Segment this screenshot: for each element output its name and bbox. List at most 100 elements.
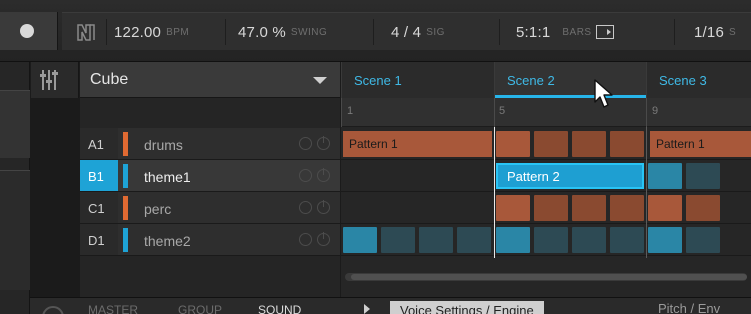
bar-number: 5: [499, 105, 506, 117]
page-pitch-env[interactable]: Pitch / Env: [658, 301, 720, 314]
step-cell[interactable]: [419, 227, 453, 253]
step-cell[interactable]: [648, 227, 682, 253]
sound-list: A1 drums B1 theme1 C1 perc D1 theme2: [80, 98, 340, 310]
step-cell[interactable]: [343, 227, 377, 253]
scene-boundary-line: [646, 127, 647, 258]
scene-boundary-line: [494, 127, 495, 258]
tab-group[interactable]: GROUP: [178, 303, 222, 314]
step-cell[interactable]: [534, 195, 568, 221]
position-display[interactable]: 5:1:1 BARS: [516, 13, 614, 51]
sound-row-a1[interactable]: A1 drums: [80, 128, 340, 160]
pattern-clip[interactable]: Pattern 1: [343, 131, 492, 157]
step-cell[interactable]: [686, 163, 720, 189]
scene-3[interactable]: Scene 3: [646, 62, 751, 98]
step-cell[interactable]: [572, 227, 606, 253]
scene-bar: Scene 1 Scene 2 Scene 3: [341, 62, 751, 98]
tab-sound[interactable]: SOUND: [258, 303, 301, 314]
page-arrow-icon[interactable]: [364, 304, 370, 314]
scene-1[interactable]: Scene 1: [341, 62, 494, 98]
track-row-theme2: [341, 224, 751, 256]
bottom-bar: MASTER GROUP SOUND Voice Settings / Engi…: [30, 297, 751, 314]
page-voice-settings[interactable]: Voice Settings / Engine: [390, 301, 544, 314]
power-icon[interactable]: [317, 232, 330, 246]
bars-label: BARS: [562, 26, 592, 38]
grid-unit: S: [729, 26, 737, 38]
group-header[interactable]: Cube: [80, 62, 340, 98]
bar-mark: [494, 98, 495, 127]
sound-slot: D1: [80, 224, 118, 255]
sound-label: theme2: [144, 233, 191, 249]
swing-unit: SWING: [290, 26, 328, 38]
sound-slot: C1: [80, 192, 118, 223]
step-cell[interactable]: [457, 227, 491, 253]
position-value: 5:1:1: [516, 23, 551, 41]
mute-solo-icon[interactable]: [299, 201, 312, 214]
step-cell[interactable]: [610, 227, 644, 253]
track-row-perc: [341, 192, 751, 224]
mute-solo-icon[interactable]: [299, 169, 312, 182]
signature-display[interactable]: 4 / 4 SIG: [391, 13, 445, 51]
bar-number: 9: [652, 105, 659, 117]
dropdown-caret-icon[interactable]: [313, 77, 327, 84]
step-cell[interactable]: [381, 227, 415, 253]
step-cell[interactable]: [610, 195, 644, 221]
bars-follow-icon[interactable]: [595, 25, 614, 39]
sound-row-d1[interactable]: D1 theme2: [80, 224, 340, 256]
step-cell[interactable]: [534, 131, 568, 157]
separator: [373, 19, 374, 45]
mixer-button[interactable]: [31, 62, 79, 98]
mixer-icon: [40, 70, 58, 90]
mute-solo-icon[interactable]: [299, 233, 312, 246]
pattern-clip[interactable]: Pattern 1: [650, 131, 751, 157]
sound-label: theme1: [144, 169, 191, 185]
horizontal-scrollbar[interactable]: [345, 273, 747, 281]
browser-tab[interactable]: [0, 170, 30, 290]
swing-value: 47.0 %: [238, 23, 286, 41]
sound-slot: B1: [80, 160, 118, 191]
step-cell[interactable]: [686, 195, 720, 221]
step-cell[interactable]: [572, 195, 606, 221]
scrollbar-thumb[interactable]: [351, 274, 747, 280]
grid-value: 1/16: [694, 23, 724, 41]
tempo-value: 122.00: [114, 23, 162, 41]
step-cell[interactable]: [496, 131, 530, 157]
mute-solo-icon[interactable]: [299, 137, 312, 150]
browser-tab[interactable]: [0, 90, 30, 158]
power-icon[interactable]: [317, 200, 330, 214]
pattern-clip-selected[interactable]: Pattern 2: [496, 163, 644, 189]
sound-slot: A1: [80, 128, 118, 159]
step-cell[interactable]: [496, 227, 530, 253]
connect-button[interactable]: [0, 12, 58, 50]
knob-icon[interactable]: [42, 306, 64, 314]
sound-color-bar: [123, 228, 128, 252]
timeline-ruler[interactable]: 1 5 9: [341, 98, 751, 127]
step-cell[interactable]: [648, 163, 682, 189]
swing-display[interactable]: 47.0 % SWING: [238, 13, 327, 51]
sound-row-b1[interactable]: B1 theme1: [80, 160, 340, 192]
mouse-pointer-icon: [594, 79, 613, 108]
power-icon[interactable]: [317, 136, 330, 150]
step-cell[interactable]: [496, 195, 530, 221]
separator: [674, 19, 675, 45]
pattern-label: Pattern 1: [656, 137, 705, 151]
step-cell[interactable]: [572, 131, 606, 157]
maschine-logo-icon[interactable]: [76, 22, 96, 42]
step-cell[interactable]: [686, 227, 720, 253]
pattern-label: Pattern 2: [507, 169, 560, 184]
grid-display[interactable]: 1/16 S: [694, 13, 736, 51]
signature-value: 4 / 4: [391, 23, 422, 41]
step-cell[interactable]: [534, 227, 568, 253]
transport-panel: 122.00 BPM 47.0 % SWING 4 / 4 SIG 5:1:1 …: [62, 12, 751, 50]
tempo-display[interactable]: 122.00 BPM: [114, 13, 189, 51]
scene-label: Scene 2: [507, 73, 555, 88]
signature-unit: SIG: [426, 26, 445, 38]
status-dot-icon: [20, 24, 34, 38]
tab-master[interactable]: MASTER: [88, 303, 138, 314]
track-row-drums: Pattern 1 Pattern 1: [341, 128, 751, 160]
sound-color-bar: [123, 132, 128, 156]
scene-2[interactable]: Scene 2: [494, 62, 646, 98]
step-cell[interactable]: [648, 195, 682, 221]
step-cell[interactable]: [610, 131, 644, 157]
sound-row-c1[interactable]: C1 perc: [80, 192, 340, 224]
power-icon[interactable]: [317, 168, 330, 182]
